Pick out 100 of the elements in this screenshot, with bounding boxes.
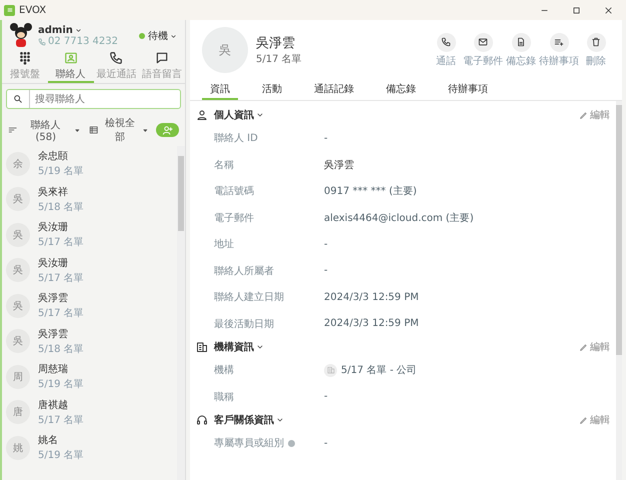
pencil-icon: [579, 342, 588, 352]
contact-name: 余忠頤: [38, 150, 69, 164]
avatar: 吳: [6, 294, 30, 318]
user-name[interactable]: admin: [38, 25, 133, 36]
add-contact-button[interactable]: [156, 123, 179, 137]
chevron-icon: [276, 416, 284, 424]
contact-item[interactable]: 唐 唐祺越 5/17 名單: [2, 394, 177, 430]
headset-icon: [196, 414, 208, 426]
info-icon: [288, 440, 295, 447]
contact-item[interactable]: 周 周慈瑞 5/19 名單: [2, 359, 177, 394]
avatar: 唐: [6, 400, 30, 424]
field-label: 專屬專員或組別: [214, 436, 284, 450]
chevron-icon: [170, 32, 177, 40]
contact-item[interactable]: 吳 吳汝珊 5/17 名單: [2, 252, 177, 288]
contact-name: 吳汝珊: [38, 221, 69, 234]
avatar: 姚: [6, 436, 30, 460]
contact-list: 5/19 名單: [38, 448, 84, 462]
field-label: 名稱: [214, 158, 235, 172]
field-label: 最後活動日期: [214, 318, 275, 331]
contact-item[interactable]: 吳 吳來祥 5/18 名單: [2, 182, 177, 217]
contact-item[interactable]: 吳 吳淨雲 5/17 名單: [2, 288, 177, 324]
search-icon: [13, 94, 23, 104]
mail-icon: [478, 37, 488, 47]
field-label: 機構: [214, 364, 235, 378]
field-label: 電話號碼: [214, 184, 255, 198]
section-header[interactable]: 客戶關係資訊: [214, 413, 284, 427]
contact-item[interactable]: 吳 吳汝珊 5/17 名單: [2, 217, 177, 252]
contact-name: 吳淨雲: [38, 328, 69, 341]
contact-item[interactable]: 余 余忠頤 5/19 名單: [2, 146, 177, 182]
field-label: 聯絡人 ID: [214, 132, 259, 146]
user-phone: 02 7713 4232: [48, 36, 118, 47]
tab[interactable]: 備忘錄: [378, 80, 424, 100]
contact-name: 周慈瑞: [38, 362, 69, 376]
contact-list: 5/17 名單: [38, 412, 84, 427]
field-label: 聯絡人所屬者: [214, 264, 275, 278]
chevron-icon: [74, 27, 82, 34]
list-add-icon: [554, 37, 564, 47]
field-value: 0917 *** *** (主要): [324, 184, 417, 198]
window-title: EVOX: [19, 4, 48, 16]
search-field[interactable]: 搜尋聯絡人: [6, 89, 181, 109]
contact-subtitle: 5/17 名單: [256, 53, 303, 66]
maximize-icon: [572, 6, 580, 14]
field-value: 2024/3/3 12:59 PM: [324, 292, 419, 303]
nav-tab[interactable]: 聯絡人: [48, 50, 94, 83]
list-icon: [88, 125, 98, 135]
edit-button[interactable]: 編輯: [579, 108, 610, 122]
contact-list: 5/19 名單: [38, 164, 84, 178]
caret-icon: [142, 126, 148, 134]
contact-list: 5/18 名單: [38, 200, 84, 214]
chevron-icon: [256, 343, 264, 351]
tab[interactable]: 活動: [254, 80, 290, 100]
tab[interactable]: 通話記錄: [306, 80, 362, 100]
field-value: -: [324, 265, 328, 276]
field-value: -: [324, 391, 328, 402]
dialpad-icon: [18, 50, 32, 64]
phone-icon: [109, 50, 124, 64]
contact-list: 5/17 名單: [38, 270, 84, 285]
trash-icon: [591, 37, 601, 47]
view-dropdown[interactable]: 檢視全部: [88, 116, 148, 144]
field-value: -: [324, 438, 328, 449]
edit-button[interactable]: 編輯: [579, 413, 610, 427]
contact-list: 5/17 名單: [38, 306, 84, 320]
phone-icon: [38, 38, 46, 46]
tab[interactable]: 資訊: [202, 80, 238, 100]
scrollbar[interactable]: [616, 101, 622, 480]
avatar: 吳: [6, 258, 30, 282]
field-label: 聯絡人建立日期: [214, 290, 285, 304]
phone-icon: [441, 37, 451, 47]
avatar: 吳: [6, 329, 30, 354]
pencil-icon: [579, 416, 588, 424]
add-person-icon: [162, 124, 174, 136]
pencil-icon: [579, 110, 588, 120]
status-dropdown[interactable]: 待機: [148, 29, 177, 43]
edit-button[interactable]: 編輯: [579, 340, 610, 354]
contact-name: 吳汝珊: [38, 256, 69, 270]
close-icon: [604, 6, 612, 14]
avatar: 吳: [6, 222, 30, 247]
contact-title: 吳淨雲: [256, 35, 296, 52]
contact-item[interactable]: 吳 吳淨雲 5/18 名單: [2, 324, 177, 359]
section-header[interactable]: 機構資訊: [214, 340, 264, 354]
organization-link[interactable]: 5/17 名單 - 公司: [341, 363, 417, 378]
field-label: 地址: [214, 238, 235, 252]
contact-list: 5/18 名單: [38, 342, 84, 356]
caret-icon: [74, 126, 81, 134]
contact-card-icon: [64, 50, 78, 64]
section-header[interactable]: 個人資訊: [214, 108, 264, 122]
avatar: 吳: [6, 187, 30, 212]
scrollbar[interactable]: [177, 146, 185, 480]
field-value: -: [324, 132, 328, 144]
field-label: 職稱: [214, 390, 235, 404]
contact-name: 吳來祥: [38, 186, 69, 199]
contact-name: 姚名: [38, 434, 59, 448]
status-dot: [139, 33, 145, 39]
sort-icon: [8, 125, 18, 135]
contact-item[interactable]: 姚 姚名 5/19 名單: [2, 430, 177, 466]
chevron-icon: [256, 111, 264, 119]
document-icon: [516, 37, 526, 47]
tab[interactable]: 待辦事項: [440, 80, 496, 100]
field-value: -: [324, 238, 328, 250]
sort-dropdown[interactable]: 聯絡人 (58): [8, 118, 81, 142]
